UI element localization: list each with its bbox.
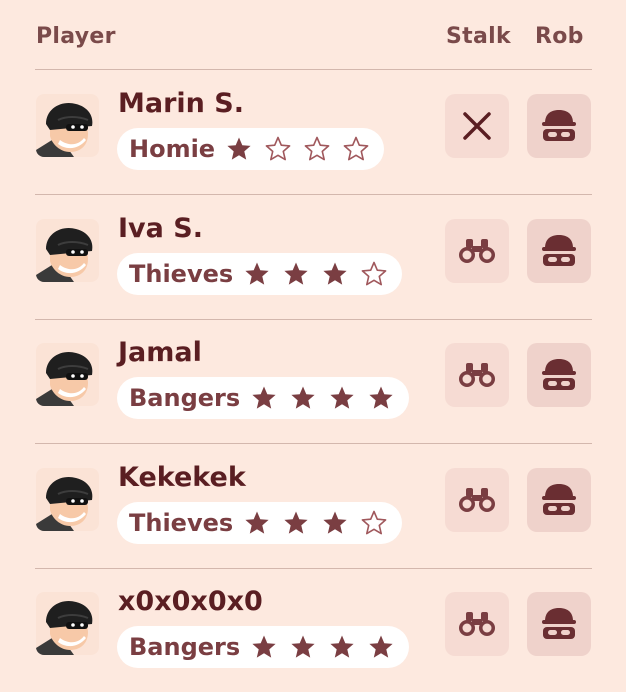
close-icon [463,112,491,140]
player-name: Kekekek [118,461,246,493]
avatar [36,592,99,655]
player-name: Marin S. [118,88,244,119]
star-filled-icon [284,262,308,285]
star-filled-icon [369,635,393,658]
stalk-button[interactable] [445,94,509,158]
stalk-button[interactable] [445,343,509,407]
rob-button[interactable] [527,343,591,407]
star-filled-icon [252,635,276,658]
star-rating [243,260,388,288]
star-empty-icon [304,136,330,161]
table-header: Player Stalk Rob [0,0,626,70]
stalk-button[interactable] [445,467,509,532]
star-filled-icon [330,635,354,658]
player-row: Jamal Bangers [0,319,626,443]
avatar [36,94,99,157]
group-label: Bangers [129,633,241,661]
rob-button[interactable] [527,218,591,283]
rob-button[interactable] [527,467,591,532]
stalk-column-header: Stalk [446,24,511,49]
group-badge: Bangers [117,626,410,668]
avatar [36,467,99,531]
star-rating [250,633,395,661]
group-badge: Thieves [117,501,403,544]
stalk-button[interactable] [445,218,509,283]
binoculars-icon [459,363,495,387]
star-empty-icon [265,136,291,161]
group-label: Homie [129,135,216,163]
robber-avatar-icon [36,102,93,157]
rob-button[interactable] [527,94,591,158]
player-column-header: Player [36,24,116,49]
star-filled-icon [330,386,354,409]
star-empty-icon [361,510,387,534]
star-empty-icon [343,136,369,161]
star-filled-icon [291,386,315,409]
player-row: Iva S. Thieves [0,195,626,319]
group-label: Bangers [129,384,241,412]
avatar [36,343,99,406]
star-filled-icon [369,386,393,409]
player-row: Marin S. Homie [0,70,626,194]
player-name: x0x0x0x0 [118,586,263,617]
robber-mask-icon [542,483,576,515]
group-badge: Bangers [117,377,410,419]
rob-button[interactable] [527,592,591,656]
robber-mask-icon [542,110,576,141]
star-filled-icon [284,511,308,534]
star-rating [243,509,388,537]
binoculars-icon [459,238,495,263]
star-filled-icon [252,386,276,409]
star-filled-icon [245,511,269,534]
star-rating [225,135,370,163]
star-filled-icon [323,511,347,534]
player-name: Jamal [118,337,202,368]
group-badge: Thieves [117,252,403,295]
group-badge: Homie [117,128,385,170]
robber-avatar-icon [36,600,93,655]
rob-column-header: Rob [535,24,584,49]
player-row: x0x0x0x0 Bangers [0,568,626,692]
player-name: Iva S. [118,212,203,244]
avatar [36,218,99,282]
star-empty-icon [361,261,387,285]
star-filled-icon [323,262,347,285]
robber-mask-icon [542,234,576,266]
star-filled-icon [245,262,269,285]
binoculars-icon [459,487,495,512]
player-row: Kekekek Thieves [0,444,626,568]
star-filled-icon [227,137,251,160]
group-label: Thieves [129,259,234,288]
stalk-button[interactable] [445,592,509,656]
robber-mask-icon [542,359,576,390]
robber-avatar-icon [36,476,93,531]
binoculars-icon [459,612,495,636]
robber-mask-icon [542,608,576,639]
star-filled-icon [291,635,315,658]
star-rating [250,384,395,412]
robber-avatar-icon [36,351,93,406]
group-label: Thieves [129,508,234,537]
robber-avatar-icon [36,227,93,282]
